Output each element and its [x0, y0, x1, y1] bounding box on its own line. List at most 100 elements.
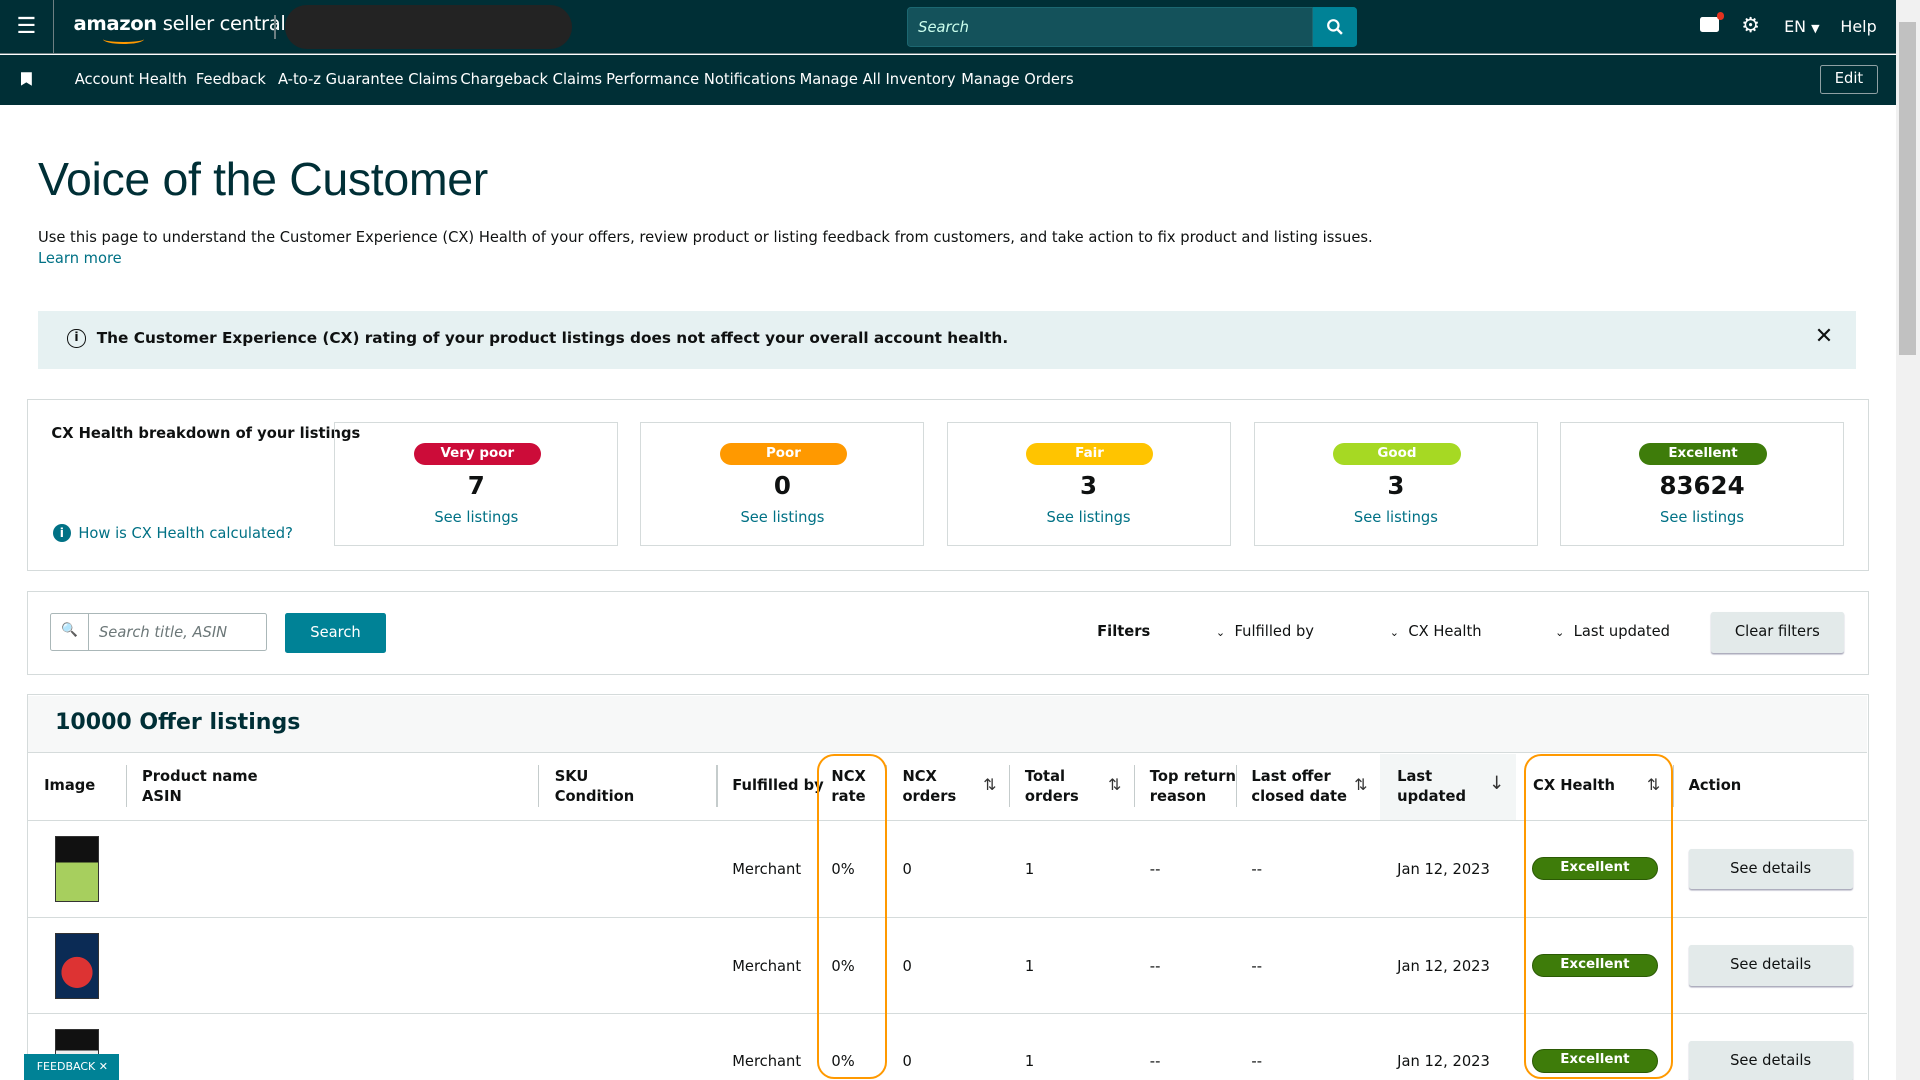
fulfilled-by-cell: Merchant: [732, 861, 801, 878]
divider: [1673, 765, 1674, 807]
header-line: Last: [1397, 767, 1466, 788]
total-orders-cell: 1: [1025, 861, 1034, 878]
header-line: updated: [1397, 787, 1466, 808]
scrollbar-thumb[interactable]: [1899, 22, 1916, 355]
see-details-button[interactable]: See details: [1689, 849, 1853, 889]
language-label: EN: [1784, 17, 1806, 36]
see-listings-link[interactable]: See listings: [948, 509, 1230, 526]
nav-feedback[interactable]: Feedback: [196, 71, 266, 88]
mail-icon[interactable]: [1700, 17, 1720, 32]
total-orders-cell: 1: [1025, 958, 1034, 975]
table-title: 10000 Offer listings: [55, 710, 300, 735]
table-title-bar: [28, 696, 1867, 754]
header-ncx-orders[interactable]: NCXorders: [902, 767, 956, 809]
gear-icon[interactable]: ⚙: [1741, 13, 1760, 37]
search-icon: 🔍: [51, 614, 89, 650]
bookmark-icon[interactable]: [21, 72, 32, 85]
hamburger-menu-icon[interactable]: ☰: [0, 0, 54, 54]
see-details-button[interactable]: See details: [1689, 945, 1853, 985]
feedback-label: FEEDBACK: [37, 1060, 96, 1073]
search-icon: [1326, 18, 1343, 35]
see-listings-link[interactable]: See listings: [335, 509, 617, 526]
highlight-ncx-rate-column: [817, 754, 887, 1078]
divider: [538, 765, 539, 807]
page: ☰ amazon seller central Search ⚙ EN ▼ He…: [0, 0, 1920, 1080]
header-line: Last offer: [1251, 767, 1347, 788]
nav-performance-notifications[interactable]: Performance Notifications: [606, 71, 796, 88]
sort-icon[interactable]: ⇅: [983, 775, 996, 794]
top-return-reason-cell: --: [1150, 1053, 1161, 1070]
cx-rating-pill: Poor: [720, 443, 847, 465]
search-listings-button[interactable]: Search: [285, 613, 385, 652]
last-offer-cell: --: [1251, 861, 1262, 878]
cx-card-good: Good 3 See listings: [1254, 422, 1538, 546]
cx-card-fair: Fair 3 See listings: [947, 422, 1231, 546]
help-link[interactable]: Help: [1840, 17, 1876, 36]
listing-search-input[interactable]: 🔍 Search title, ASIN: [50, 613, 267, 651]
see-listings-link[interactable]: See listings: [641, 509, 923, 526]
header-line: orders: [1025, 787, 1079, 808]
header-total-orders[interactable]: Totalorders: [1025, 767, 1079, 809]
logo-smile: [103, 34, 145, 44]
top-bar: ☰ amazon seller central Search ⚙ EN ▼ He…: [0, 0, 1896, 54]
ncx-orders-cell: 0: [902, 861, 911, 878]
cx-health-filter[interactable]: ⌄ CX Health: [1390, 623, 1482, 640]
global-search-input[interactable]: Search: [907, 7, 1312, 46]
sort-icon[interactable]: ⇅: [1354, 775, 1367, 794]
info-icon: i: [67, 329, 85, 347]
cx-count: 83624: [1561, 471, 1843, 500]
product-image[interactable]: [55, 933, 99, 999]
cx-card-very-poor: Very poor 7 See listings: [334, 422, 618, 546]
edit-nav-button[interactable]: Edit: [1820, 65, 1879, 94]
sort-icon[interactable]: ⇅: [1108, 775, 1121, 794]
cx-count: 0: [641, 471, 923, 500]
top-return-reason-cell: --: [1150, 861, 1161, 878]
header-action: Action: [1689, 776, 1742, 797]
nav-a-to-z-claims[interactable]: A-to-z Guarantee Claims: [278, 71, 458, 88]
clear-filters-button[interactable]: Clear filters: [1711, 612, 1844, 652]
header-sku[interactable]: SKUCondition: [555, 767, 634, 809]
last-updated-cell: Jan 12, 2023: [1397, 1053, 1490, 1070]
header-line: reason: [1150, 787, 1236, 808]
learn-more-link[interactable]: Learn more: [38, 250, 122, 267]
divider: [126, 765, 127, 807]
how-cx-health-link[interactable]: How is CX Health calculated?: [78, 525, 293, 542]
cx-rating-pill: Excellent: [1639, 443, 1766, 465]
nav-chargeback-claims[interactable]: Chargeback Claims: [460, 71, 602, 88]
see-listings-link[interactable]: See listings: [1561, 509, 1843, 526]
see-details-button[interactable]: See details: [1689, 1041, 1853, 1080]
cx-health-label: CX Health: [1408, 623, 1481, 640]
header-last-offer-closed[interactable]: Last offerclosed date: [1251, 767, 1347, 809]
top-return-reason-cell: --: [1150, 958, 1161, 975]
header-line: orders: [902, 787, 956, 808]
divider: [716, 765, 717, 807]
header-line: Total: [1025, 767, 1079, 788]
last-offer-cell: --: [1251, 958, 1262, 975]
last-offer-cell: --: [1251, 1053, 1262, 1070]
last-updated-cell: Jan 12, 2023: [1397, 958, 1490, 975]
last-updated-cell: Jan 12, 2023: [1397, 861, 1490, 878]
total-orders-cell: 1: [1025, 1053, 1034, 1070]
nav-manage-orders[interactable]: Manage Orders: [961, 71, 1073, 88]
logo[interactable]: amazon seller central: [73, 12, 285, 35]
sort-descending-icon[interactable]: ↓: [1489, 773, 1504, 794]
fulfilled-by-filter[interactable]: ⌄ Fulfilled by: [1216, 623, 1314, 640]
search-button[interactable]: [1313, 7, 1357, 46]
header-product-name[interactable]: Product nameASIN: [142, 767, 258, 809]
cx-card-excellent: Excellent 83624 See listings: [1560, 422, 1844, 546]
search-placeholder: Search title, ASIN: [99, 624, 227, 641]
header-image: Image: [44, 776, 95, 797]
see-listings-link[interactable]: See listings: [1255, 509, 1537, 526]
logo-bold: amazon: [73, 12, 156, 35]
header-last-updated[interactable]: Lastupdated: [1397, 767, 1466, 809]
nav-manage-inventory[interactable]: Manage All Inventory: [800, 71, 956, 88]
product-image[interactable]: [55, 836, 99, 902]
nav-account-health[interactable]: Account Health: [75, 71, 187, 88]
divider: [1236, 765, 1237, 807]
last-updated-filter[interactable]: ⌄ Last updated: [1555, 623, 1670, 640]
fulfilled-by-cell: Merchant: [732, 958, 801, 975]
feedback-tab[interactable]: FEEDBACK ✕: [24, 1054, 118, 1080]
divider: [1009, 765, 1010, 807]
language-selector[interactable]: EN ▼: [1784, 17, 1820, 36]
close-icon[interactable]: ✕: [1815, 324, 1833, 349]
